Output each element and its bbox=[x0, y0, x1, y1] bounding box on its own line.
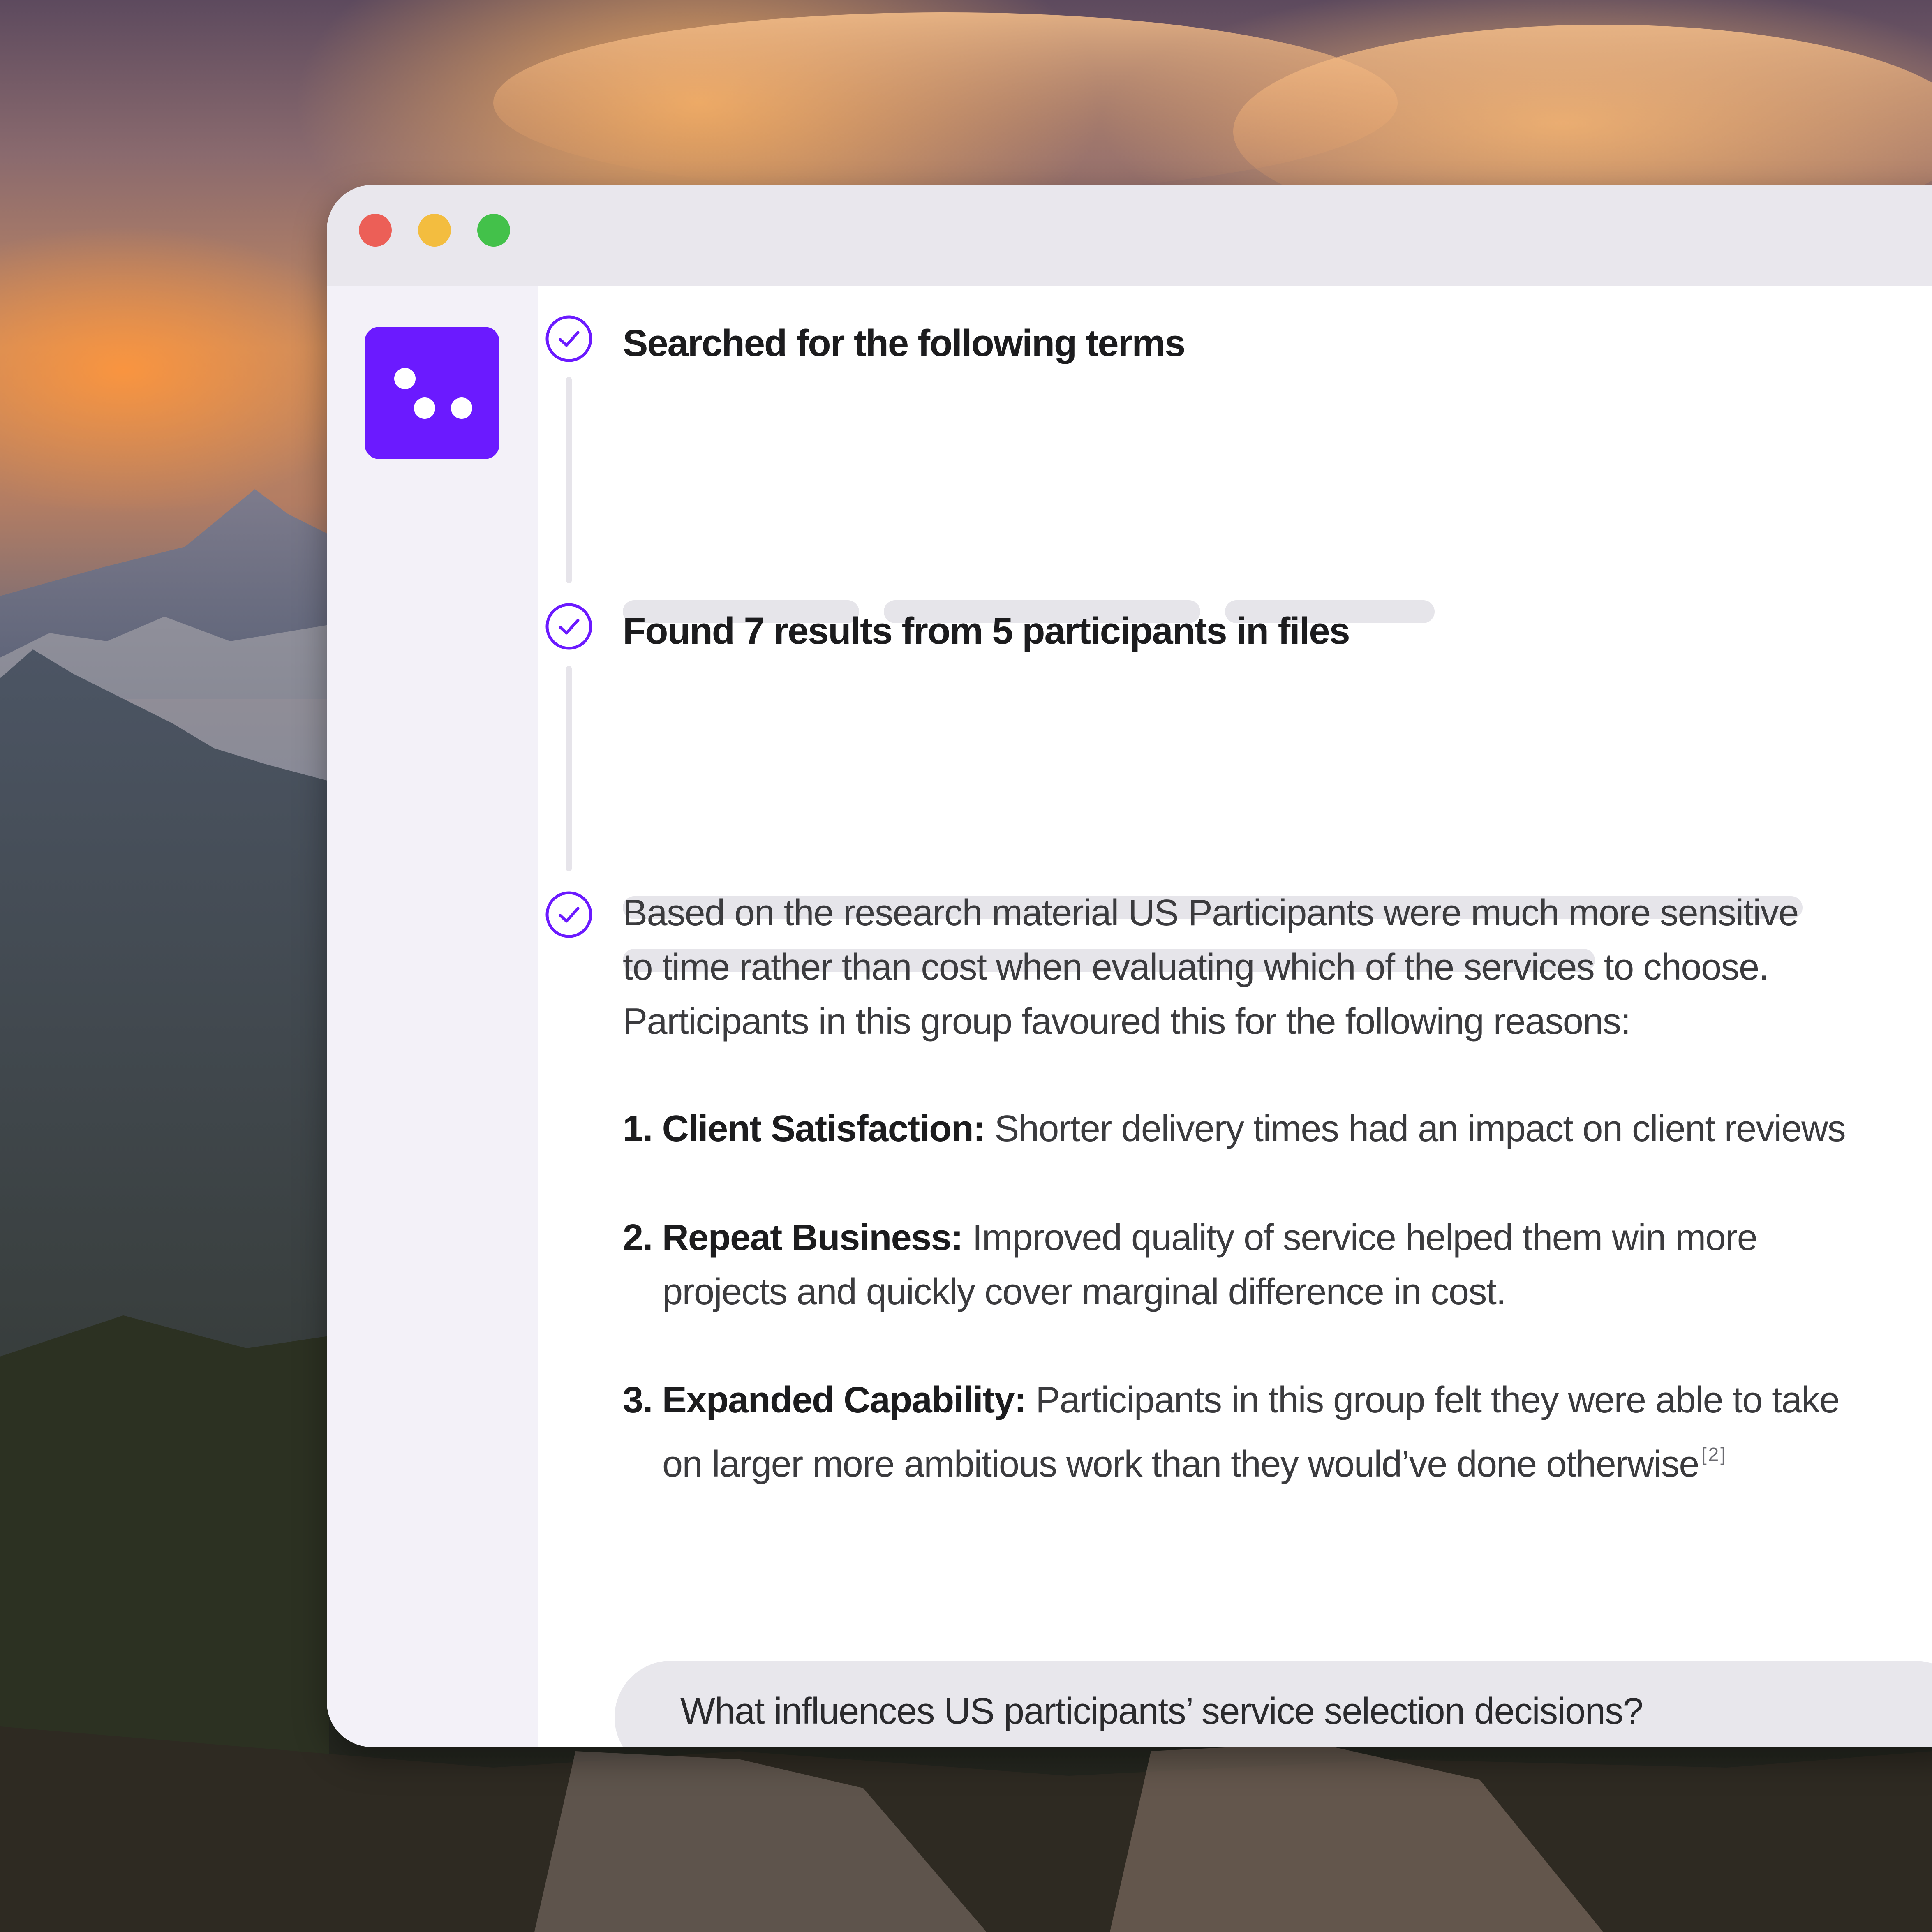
chat-panel: Searched for the following terms Found 7… bbox=[538, 286, 1932, 1747]
citation-link[interactable]: [2] bbox=[1701, 1444, 1727, 1465]
answer-intro: Based on the research material US Partic… bbox=[623, 886, 1799, 1049]
minimize-button[interactable] bbox=[418, 214, 451, 247]
answer-line: to time rather than cost when evaluating… bbox=[623, 947, 1769, 988]
answer-line: Participants in this group favoured this… bbox=[623, 1001, 1631, 1042]
reason-label: 3. Expanded Capability: bbox=[623, 1380, 1026, 1421]
step-title-search: Searched for the following terms bbox=[623, 322, 1186, 364]
reason-item: 3. Expanded Capability: Participants in … bbox=[623, 1373, 1840, 1491]
check-circle-icon bbox=[545, 891, 592, 938]
check-circle-icon bbox=[545, 603, 592, 650]
answer-line: Based on the research material US Partic… bbox=[623, 892, 1799, 934]
prompt-input[interactable]: What influences US participants’ service… bbox=[615, 1661, 1932, 1747]
reason-item: 1. Client Satisfaction: Shorter delivery… bbox=[623, 1102, 1846, 1156]
step-connector bbox=[566, 666, 572, 871]
three-dots-logo-icon[interactable] bbox=[365, 327, 499, 459]
title-bar bbox=[327, 185, 1932, 286]
reason-text: Shorter delivery times had an impact on … bbox=[994, 1108, 1846, 1149]
reason-label: 1. Client Satisfaction: bbox=[623, 1108, 985, 1149]
reason-text: Improved quality of service helped them … bbox=[972, 1217, 1757, 1258]
app-window: Searched for the following terms Found 7… bbox=[327, 185, 1932, 1747]
reason-text: projects and quickly cover marginal diff… bbox=[662, 1271, 1506, 1313]
reason-text: on larger more ambitious work than they … bbox=[662, 1444, 1699, 1485]
step-title-results: Found 7 results from 5 participants in f… bbox=[623, 610, 1350, 652]
reason-item: 2. Repeat Business: Improved quality of … bbox=[623, 1211, 1758, 1319]
check-circle-icon bbox=[545, 315, 592, 362]
sidebar bbox=[327, 286, 538, 1747]
reason-text: Participants in this group felt they wer… bbox=[1035, 1380, 1840, 1421]
step-connector bbox=[566, 377, 572, 583]
zoom-button[interactable] bbox=[477, 214, 510, 247]
close-button[interactable] bbox=[359, 214, 392, 247]
reason-label: 2. Repeat Business: bbox=[623, 1217, 963, 1258]
prompt-text: What influences US participants’ service… bbox=[680, 1691, 1643, 1732]
